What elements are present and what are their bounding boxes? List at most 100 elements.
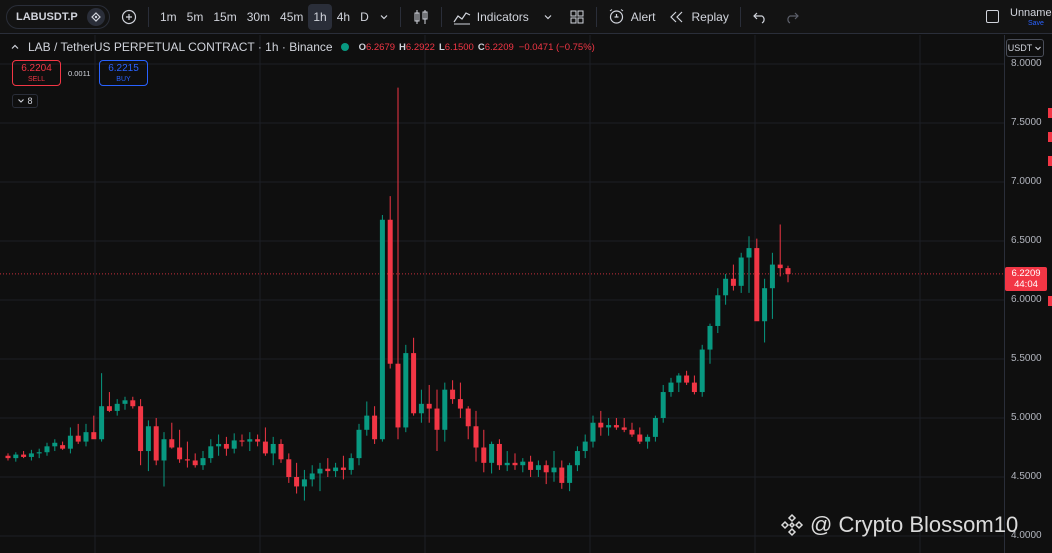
redo-icon[interactable]	[779, 4, 805, 30]
alert-button[interactable]: Alert	[603, 4, 661, 30]
toolbar-divider	[148, 6, 149, 27]
candle-body	[598, 422, 604, 428]
indicators-chevron-icon[interactable]	[538, 4, 558, 30]
candle-body	[333, 467, 339, 472]
legend-close-value: 6.2209	[484, 41, 514, 53]
buy-button[interactable]: 6.2215 BUY	[99, 60, 148, 86]
candle-body	[668, 382, 674, 393]
price-tick-label: 8.0000	[1011, 58, 1042, 69]
interval-15m[interactable]: 15m	[208, 4, 241, 30]
candle	[192, 453, 198, 468]
candle	[496, 439, 502, 470]
candle	[239, 434, 245, 447]
candle-body	[613, 425, 619, 428]
candle	[356, 423, 362, 466]
price-axis[interactable]: 8.0000 7.5000 7.0000 6.5000 6.0000 5.5000 5.00…	[1004, 35, 1052, 553]
interval-dropdown-chevron-icon[interactable]	[374, 4, 394, 30]
interval-30m[interactable]: 30m	[242, 4, 275, 30]
interval-d[interactable]: D	[355, 4, 374, 30]
currency-selector[interactable]: USDT	[1006, 39, 1044, 57]
candle-body	[512, 462, 518, 466]
candle	[333, 462, 339, 477]
candle	[730, 264, 736, 291]
compare-add-icon[interactable]	[116, 4, 142, 30]
candle-body	[403, 353, 409, 428]
interval-5m[interactable]: 5m	[182, 4, 209, 30]
candle-body	[629, 429, 635, 435]
watermark-text: @ Crypto Blossom10	[810, 512, 1019, 537]
legend-open-label: O	[358, 41, 366, 53]
candle-body	[590, 422, 596, 442]
candle-body	[489, 443, 495, 463]
layout-checkbox-icon[interactable]	[986, 10, 999, 23]
symbol-search-button[interactable]: LABUSDT.P	[6, 4, 110, 29]
candle-body	[418, 403, 424, 414]
indicators-collapse-button[interactable]: 8	[12, 94, 38, 108]
candle-body	[551, 467, 557, 473]
interval-45m[interactable]: 45m	[275, 4, 308, 30]
candle-body	[520, 461, 526, 466]
candle	[684, 370, 690, 385]
candle-body	[606, 425, 612, 428]
interval-1m[interactable]: 1m	[155, 4, 182, 30]
candle	[340, 455, 346, 480]
candle	[161, 432, 167, 487]
symbol-settings-icon[interactable]	[87, 7, 105, 26]
candle-body	[746, 248, 752, 258]
legend-close-label: C	[477, 41, 485, 53]
candle-body	[239, 440, 245, 442]
candle-body	[309, 473, 315, 480]
candle	[457, 382, 463, 418]
candle	[44, 442, 50, 456]
candle-body	[769, 264, 775, 289]
candle	[145, 420, 151, 472]
top-toolbar: LABUSDT.P 1m 5m 15m 30m 45m 1h 4h D Indi…	[0, 0, 1052, 34]
price-tick-label: 7.0000	[1011, 176, 1042, 187]
candle	[395, 87, 401, 440]
price-tick-label: 5.5000	[1011, 353, 1042, 364]
candle-body	[161, 439, 167, 461]
candlestick-chart[interactable]	[0, 35, 1004, 553]
toolbar-divider	[399, 6, 401, 27]
candle	[91, 415, 97, 440]
candle-body	[21, 454, 27, 457]
candle-body	[83, 432, 89, 442]
candle-body	[278, 443, 284, 460]
candle	[208, 439, 214, 463]
symbol-name: LABUSDT.P	[16, 10, 78, 23]
candle-body	[169, 439, 175, 448]
interval-4h[interactable]: 4h	[332, 4, 355, 30]
candle-body	[684, 375, 690, 383]
candle-body	[379, 219, 385, 440]
indicators-button[interactable]: Indicators	[448, 4, 534, 30]
candles-chart-type-icon[interactable]	[407, 4, 435, 30]
candle	[481, 429, 487, 473]
alert-marker	[1048, 108, 1052, 118]
layout-name[interactable]: Unname	[1010, 7, 1052, 19]
candle	[715, 288, 721, 334]
sell-price: 6.2204	[21, 63, 52, 74]
candle-body	[223, 443, 229, 449]
candle-body	[231, 440, 237, 449]
replay-button[interactable]: Replay	[664, 4, 733, 30]
alert-label: Alert	[630, 9, 656, 24]
candle	[294, 462, 300, 494]
candle-body	[450, 389, 456, 400]
legend-high-value: 6.2922	[405, 41, 435, 53]
candle-body	[364, 415, 370, 430]
candle-body	[637, 434, 643, 442]
candle	[754, 238, 760, 322]
candle	[785, 265, 791, 283]
sell-button[interactable]: 6.2204 SELL	[12, 60, 61, 86]
candle-body	[543, 465, 549, 473]
collapsed-count: 8	[27, 96, 33, 106]
candle	[231, 433, 237, 454]
templates-grid-icon[interactable]	[564, 4, 590, 30]
current-price-value: 6.2209	[1011, 268, 1041, 279]
candle-body	[325, 468, 331, 472]
undo-icon[interactable]	[747, 4, 773, 30]
candle	[325, 458, 331, 477]
candle-body	[481, 447, 487, 463]
save-button[interactable]: Save	[1028, 20, 1044, 27]
interval-1h[interactable]: 1h	[308, 3, 332, 30]
